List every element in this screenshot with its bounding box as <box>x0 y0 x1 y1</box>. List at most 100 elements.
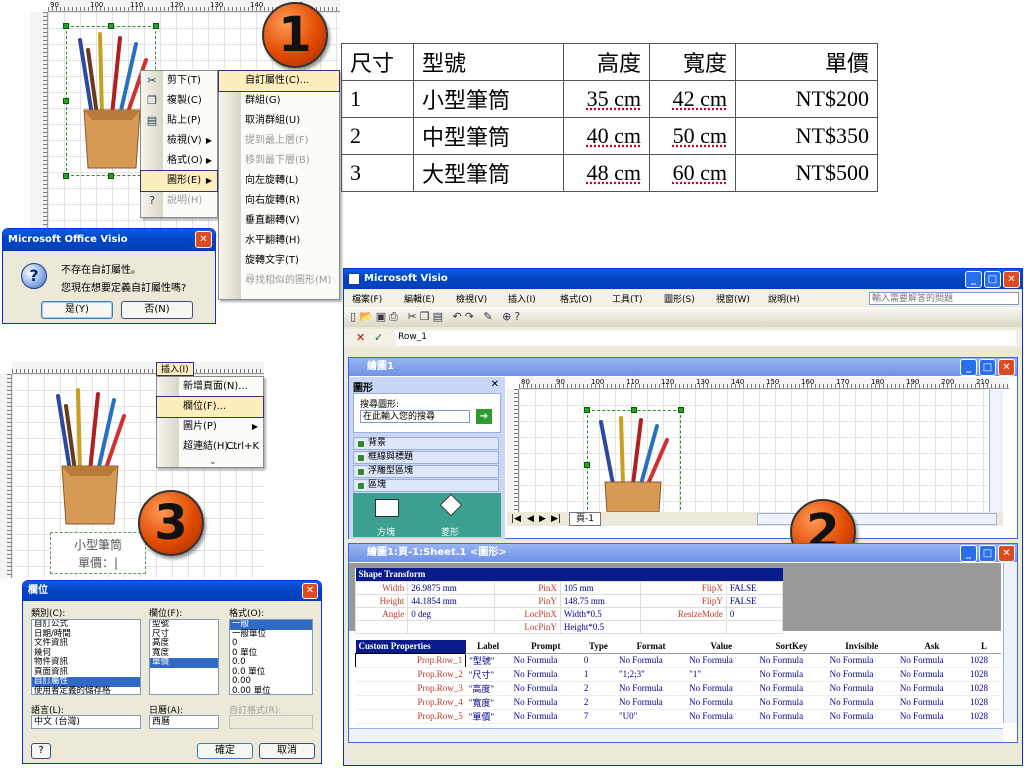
cell-value[interactable]: No Formula <box>510 653 581 668</box>
new-file-icon[interactable]: ▯ <box>350 310 359 323</box>
selection-handle[interactable] <box>584 407 590 413</box>
close-icon[interactable]: ✕ <box>1003 271 1020 288</box>
cell-value[interactable]: "1" <box>686 667 757 682</box>
selection-handle[interactable] <box>631 407 637 413</box>
cell-value[interactable]: No Formula <box>896 695 968 710</box>
open-folder-icon[interactable]: 📂 <box>359 310 376 323</box>
first-page-icon[interactable]: |◀ <box>511 512 521 526</box>
list-item[interactable]: 單價 <box>150 657 218 668</box>
category-list[interactable]: 自訂公式 日期/時間 文件資訊 幾何 物件資訊 頁面資訊 自訂屬性 使用者定義的儲存格 <box>31 619 141 695</box>
calendar-select[interactable]: 西曆 <box>149 715 219 729</box>
menu-item[interactable]: 向左旋轉(L) <box>219 171 339 191</box>
stencil-background[interactable]: 背景 <box>353 437 499 450</box>
menu-item[interactable]: 格式(O) ▶ <box>141 151 217 171</box>
menu-item[interactable]: 圖形(E) ▶ <box>140 170 218 192</box>
cell-value[interactable]: No Formula <box>615 681 687 696</box>
format-painter-icon[interactable]: ✎ <box>483 310 495 323</box>
menu-item[interactable]: 垂直翻轉(V) <box>219 211 339 231</box>
cell-value[interactable]: "單價" <box>465 709 511 724</box>
cell-value[interactable]: "高度" <box>465 681 511 696</box>
selection-handle[interactable] <box>153 23 159 29</box>
close-icon[interactable]: ✕ <box>998 545 1015 562</box>
menu-item[interactable]: 向右旋轉(R) <box>219 191 339 211</box>
cell-value[interactable]: No Formula <box>896 653 968 668</box>
cell-value[interactable]: FALSE <box>725 580 784 595</box>
shape-text-box[interactable]: 小型筆筒 單價：| <box>50 532 146 574</box>
menu-1[interactable]: 編輯(E) <box>404 292 435 305</box>
selection-handle[interactable] <box>63 23 69 29</box>
menu-item[interactable]: 自訂屬性(C)... <box>218 70 340 92</box>
accept-formula-icon[interactable]: ✓ <box>374 331 383 344</box>
undo-icon[interactable]: ↶ <box>452 310 464 323</box>
print-icon[interactable]: ⎙ <box>389 310 401 323</box>
redo-icon[interactable]: ↷ <box>465 310 477 323</box>
cancel-button[interactable]: 取消 <box>259 743 315 759</box>
cell-value[interactable]: No Formula <box>896 709 968 724</box>
menu-0[interactable]: 檔案(F) <box>352 292 382 305</box>
help-question-input[interactable]: 輸入需要解答的問題 <box>869 292 1019 305</box>
menu-item[interactable]: 檢視(V) ▶ <box>141 131 217 151</box>
close-icon[interactable]: ✕ <box>491 379 499 390</box>
list-item[interactable]: 使用者定義的儲存格 <box>32 686 140 694</box>
list-item[interactable]: 一般單位 <box>230 629 312 640</box>
cell-value[interactable]: No Formula <box>896 667 968 682</box>
menu-4[interactable]: 格式(O) <box>560 292 592 305</box>
formula-input[interactable]: Row_1 <box>396 331 1016 345</box>
save-icon[interactable]: ▣ <box>376 310 389 323</box>
cell-value[interactable]: 2 <box>580 695 616 710</box>
cell-value[interactable]: No Formula <box>826 681 897 696</box>
menu-item[interactable]: ✂ 剪下(T) <box>141 71 217 91</box>
cell-value[interactable]: No Formula <box>756 653 827 668</box>
menu-6[interactable]: 圖形(S) <box>664 292 695 305</box>
selection-handle[interactable] <box>63 173 69 179</box>
stencil-raised-blocks[interactable]: 浮雕型區塊 <box>353 465 499 478</box>
cell-value[interactable]: 7 <box>580 709 616 724</box>
menu-3[interactable]: 插入(I) <box>508 292 536 305</box>
cell-value[interactable]: No Formula <box>756 667 827 682</box>
menu-item[interactable]: 新增頁面(N)... <box>157 377 263 397</box>
minimize-button[interactable]: _ <box>965 271 982 288</box>
cell-value[interactable]: 2 <box>580 681 616 696</box>
cell-value[interactable]: No Formula <box>686 681 757 696</box>
menu-7[interactable]: 視窗(W) <box>716 292 750 305</box>
diamond-shape[interactable] <box>439 493 463 517</box>
cell-value[interactable]: No Formula <box>686 695 757 710</box>
cell-value[interactable]: No Formula <box>510 709 581 724</box>
close-icon[interactable]: ✕ <box>302 583 318 599</box>
vertical-scrollbar[interactable] <box>989 389 1003 512</box>
copy-icon[interactable]: ❐ <box>420 310 433 323</box>
cell-value[interactable]: 44.1854 mm <box>407 593 496 608</box>
minimize-button[interactable]: _ <box>960 359 977 376</box>
cell-value[interactable]: 1028 <box>967 695 1001 710</box>
maximize-button[interactable]: □ <box>979 359 996 376</box>
format-list[interactable]: 一般 一般單位 0 0 單位 0.0 0.0 單位 0.00 0.00 單位 <box>229 619 313 695</box>
yes-button[interactable]: 是(Y) <box>41 301 113 319</box>
cell-value[interactable]: 148.75 mm <box>559 593 641 608</box>
ok-button[interactable]: 確定 <box>197 743 253 759</box>
field-list[interactable]: 型號 尺寸 高度 寬度 單價 <box>149 619 219 695</box>
cell-value[interactable]: No Formula <box>510 667 581 682</box>
cell-value[interactable]: "尺寸" <box>465 667 511 682</box>
cell-value[interactable]: No Formula <box>826 667 897 682</box>
search-go-icon[interactable]: ➔ <box>476 409 492 424</box>
selection-handle[interactable] <box>108 173 114 179</box>
cell-value[interactable]: No Formula <box>756 709 827 724</box>
cell-value[interactable]: No Formula <box>615 653 687 668</box>
menu-item[interactable]: ❐ 複製(C) <box>141 91 217 111</box>
cell-value[interactable]: No Formula <box>826 695 897 710</box>
help-icon[interactable]: ? <box>514 310 523 323</box>
menu-item[interactable]: 欄位(F)... <box>156 396 264 418</box>
cell-value[interactable]: 0 deg <box>407 606 496 621</box>
selection-handle[interactable] <box>63 98 69 104</box>
cell-value[interactable]: FALSE <box>725 593 784 608</box>
next-page-icon[interactable]: ▶ <box>539 512 546 526</box>
selection-handle[interactable] <box>108 23 114 29</box>
menu-item[interactable]: 旋轉文字(T) <box>219 251 339 271</box>
no-button[interactable]: 否(N) <box>121 301 193 319</box>
stencil-borders-titles[interactable]: 框線與標題 <box>353 451 499 464</box>
prev-page-icon[interactable]: ◀ <box>527 512 534 526</box>
menu-item[interactable]: 移到最下層(B) <box>219 151 339 171</box>
page-tab[interactable]: 頁-1 <box>569 512 601 526</box>
stencil-blocks[interactable]: 區塊 <box>353 479 499 492</box>
menu-2[interactable]: 檢視(V) <box>456 292 487 305</box>
